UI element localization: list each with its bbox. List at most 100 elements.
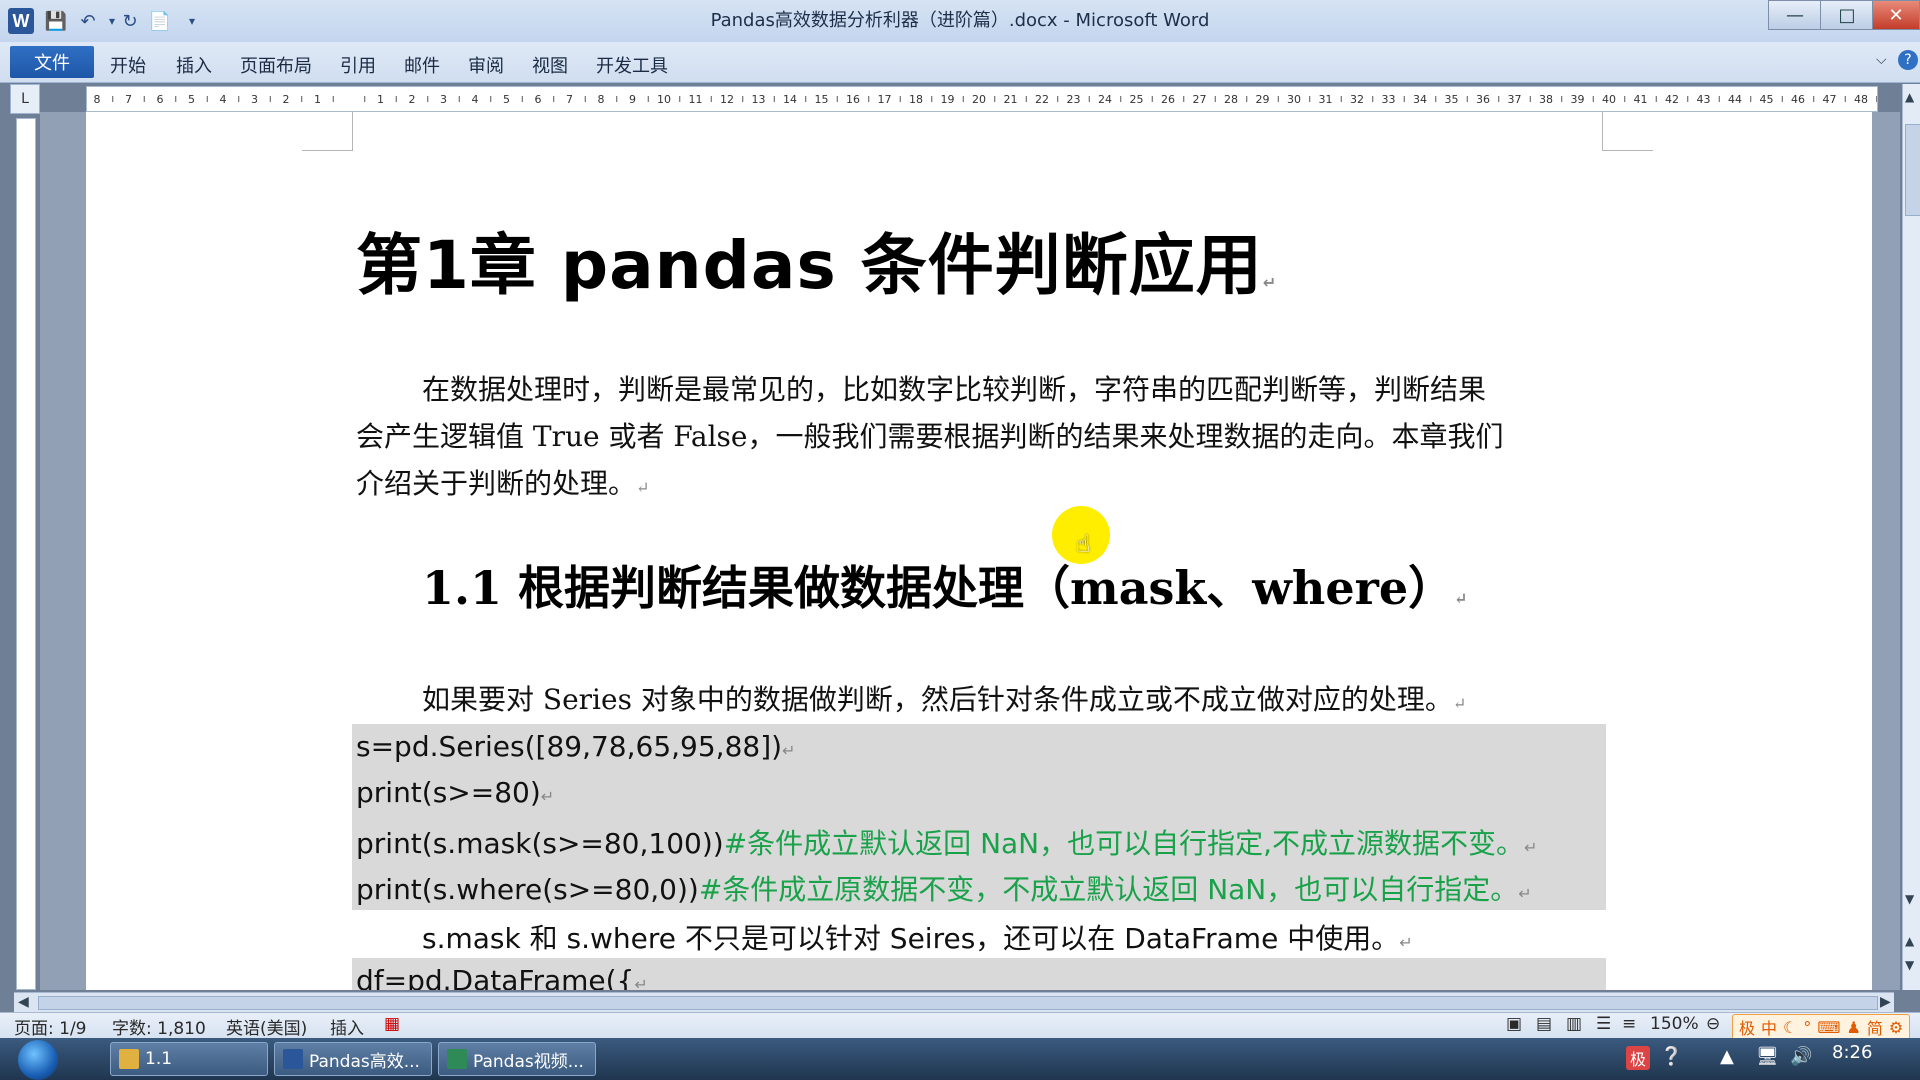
- ruler-tick-label: 43: [1697, 93, 1711, 106]
- status-word-count[interactable]: 字数: 1,810: [112, 1014, 206, 1039]
- scroll-down-icon[interactable]: ▼: [1905, 892, 1914, 906]
- view-web-icon[interactable]: ▥: [1566, 1014, 1582, 1034]
- ruler-tick-label: 27: [1193, 93, 1207, 106]
- ruler-tick-label: 6: [157, 93, 164, 106]
- scroll-right-icon[interactable]: ▶: [1880, 994, 1891, 1010]
- scrollbar-thumb[interactable]: [1905, 124, 1920, 216]
- taskbar-item-folder[interactable]: 1.1: [110, 1042, 268, 1076]
- tray-expand-icon[interactable]: ▲: [1720, 1046, 1734, 1067]
- document-page[interactable]: 第1章 pandas 条件判断应用↵ 在数据处理时，判断是最常见的，比如数字比较…: [86, 112, 1872, 990]
- ruler-tick-label: 22: [1035, 93, 1049, 106]
- ruler-tick-label: 36: [1476, 93, 1490, 106]
- moon-icon[interactable]: ☾: [1783, 1018, 1797, 1037]
- ime-chinese-mode[interactable]: 中: [1761, 1015, 1777, 1039]
- view-print-layout-icon[interactable]: ▣: [1506, 1014, 1522, 1034]
- ruler-tick-label: 34: [1413, 93, 1427, 106]
- tab-mailings[interactable]: 邮件: [404, 52, 440, 78]
- ruler-tick-label: 5: [503, 93, 510, 106]
- code-line-4: print(s.where(s>=80,0))#条件成立原数据不变，不成立默认返…: [356, 873, 1532, 906]
- status-page[interactable]: 页面: 1/9: [14, 1014, 87, 1039]
- vertical-ruler[interactable]: [16, 118, 36, 990]
- ime-toolbar[interactable]: 极 中 ☾ ° ⌨ ♟ 简 ⚙: [1732, 1014, 1911, 1040]
- ruler-tick-label: 28: [1224, 93, 1238, 106]
- undo-icon[interactable]: ↶: [76, 9, 100, 33]
- start-button[interactable]: [18, 1040, 58, 1080]
- ruler-tick-label: 13: [752, 93, 766, 106]
- scroll-left-icon[interactable]: ◀: [18, 994, 29, 1010]
- macro-record-icon[interactable]: ▦: [384, 1014, 400, 1034]
- keyboard-icon[interactable]: ⌨: [1817, 1018, 1840, 1037]
- redo-icon[interactable]: ↻: [118, 9, 142, 33]
- hscroll-thumb[interactable]: [38, 996, 1878, 1010]
- ruler-tick-label: 18: [909, 93, 923, 106]
- zoom-level[interactable]: 150%: [1650, 1014, 1699, 1034]
- minimize-button[interactable]: —: [1768, 0, 1822, 30]
- word-app-icon[interactable]: W: [8, 8, 34, 34]
- ruler-tick-label: 25: [1130, 93, 1144, 106]
- ruler-tick-label: 8: [94, 93, 101, 106]
- settings-gear-icon[interactable]: ⚙: [1889, 1018, 1903, 1037]
- tab-developer[interactable]: 开发工具: [596, 52, 668, 78]
- tab-file[interactable]: 文件: [10, 46, 94, 78]
- scroll-up-icon[interactable]: ▲: [1905, 90, 1914, 104]
- horizontal-scrollbar[interactable]: ◀ ▶: [14, 992, 1894, 1013]
- ruler-tick-label: 5: [188, 93, 195, 106]
- tab-insert[interactable]: 插入: [176, 52, 212, 78]
- person-icon[interactable]: ♟: [1846, 1018, 1860, 1037]
- network-icon[interactable]: 🖥: [1756, 1046, 1779, 1067]
- volume-icon[interactable]: 🔊: [1790, 1046, 1812, 1067]
- tab-references[interactable]: 引用: [340, 52, 376, 78]
- ruler-tick-label: 9: [629, 93, 636, 106]
- help-icon[interactable]: ?: [1898, 50, 1918, 70]
- next-page-icon[interactable]: ▼: [1905, 958, 1914, 972]
- zoom-out-icon[interactable]: ⊖: [1706, 1014, 1720, 1034]
- tab-view[interactable]: 视图: [532, 52, 568, 78]
- ruler-tick-label: 16: [846, 93, 860, 106]
- tray-ime-icon[interactable]: 极: [1626, 1046, 1650, 1070]
- code-line-2: print(s>=80)↵: [356, 776, 555, 809]
- status-language[interactable]: 英语(美国): [226, 1014, 307, 1039]
- close-button[interactable]: ✕: [1872, 0, 1920, 30]
- taskbar-item-word[interactable]: Pandas高效...: [274, 1042, 432, 1076]
- ruler-tick-label: 7: [125, 93, 132, 106]
- save-icon[interactable]: 💾: [44, 9, 68, 33]
- ruler-tick-label: 2: [409, 93, 416, 106]
- maximize-button[interactable]: □: [1820, 0, 1874, 30]
- tab-page-layout[interactable]: 页面布局: [240, 52, 312, 78]
- ime-simplified[interactable]: 简: [1867, 1015, 1883, 1039]
- ruler-tick-label: 47: [1823, 93, 1837, 106]
- punctuation-icon[interactable]: °: [1803, 1018, 1811, 1037]
- taskbar-item-pycharm[interactable]: Pandas视频...: [438, 1042, 596, 1076]
- code-line-3: print(s.mask(s>=80,100))#条件成立默认返回 NaN，也可…: [356, 827, 1538, 860]
- taskbar-clock[interactable]: 8:26: [1832, 1042, 1872, 1063]
- ruler-tick-label: 26: [1161, 93, 1175, 106]
- word-icon: [283, 1049, 303, 1069]
- customize-qat-icon[interactable]: ▾: [180, 9, 204, 33]
- view-draft-icon[interactable]: ≡: [1622, 1014, 1636, 1034]
- ruler-tick-label: 46: [1791, 93, 1805, 106]
- paragraph-2: 如果要对 Series 对象中的数据做判断，然后针对条件成立或不成立做对应的处理…: [422, 683, 1467, 716]
- view-outline-icon[interactable]: ☰: [1596, 1014, 1611, 1034]
- status-insert-mode[interactable]: 插入: [330, 1014, 364, 1039]
- tab-selector[interactable]: L: [10, 84, 40, 114]
- previous-page-icon[interactable]: ▲: [1905, 934, 1914, 948]
- tab-review[interactable]: 审阅: [468, 52, 504, 78]
- ruler-tick-label: 19: [941, 93, 955, 106]
- ime-logo[interactable]: 极: [1739, 1015, 1755, 1039]
- code-line-1: s=pd.Series([89,78,65,95,88])↵: [356, 730, 796, 763]
- ribbon-collapse-icon[interactable]: ⌵: [1876, 52, 1887, 68]
- view-reading-icon[interactable]: ▤: [1536, 1014, 1552, 1034]
- ruler-tick-label: 39: [1571, 93, 1585, 106]
- tab-home[interactable]: 开始: [110, 52, 146, 78]
- new-document-icon[interactable]: 📄: [148, 9, 172, 33]
- ruler-ticks: 8 7 6 5 4 3 2 1 1 2 3 4 5 6 7 8 9 10 11 12 13 14 15 16 17 18 19 20 2…: [94, 93, 1878, 106]
- horizontal-ruler[interactable]: 8 7 6 5 4 3 2 1 1 2 3 4 5 6 7 8 9 10 11 12 13 14 15 16 17 18 19 20 2…: [86, 86, 1878, 112]
- vertical-scrollbar[interactable]: ▲ ▼ ▲ ▼: [1902, 84, 1920, 990]
- ruler-tick-label: 30: [1287, 93, 1301, 106]
- ruler-tick-label: 21: [1004, 93, 1018, 106]
- tray-help-icon[interactable]: ❔: [1660, 1046, 1682, 1067]
- paragraph-1-line-1: 在数据处理时，判断是最常见的，比如数字比较判断，字符串的匹配判断等，判断结果: [422, 373, 1487, 406]
- ruler-tick-label: 38: [1539, 93, 1553, 106]
- ruler-tick-label: 42: [1665, 93, 1679, 106]
- ruler-tick-label: 24: [1098, 93, 1112, 106]
